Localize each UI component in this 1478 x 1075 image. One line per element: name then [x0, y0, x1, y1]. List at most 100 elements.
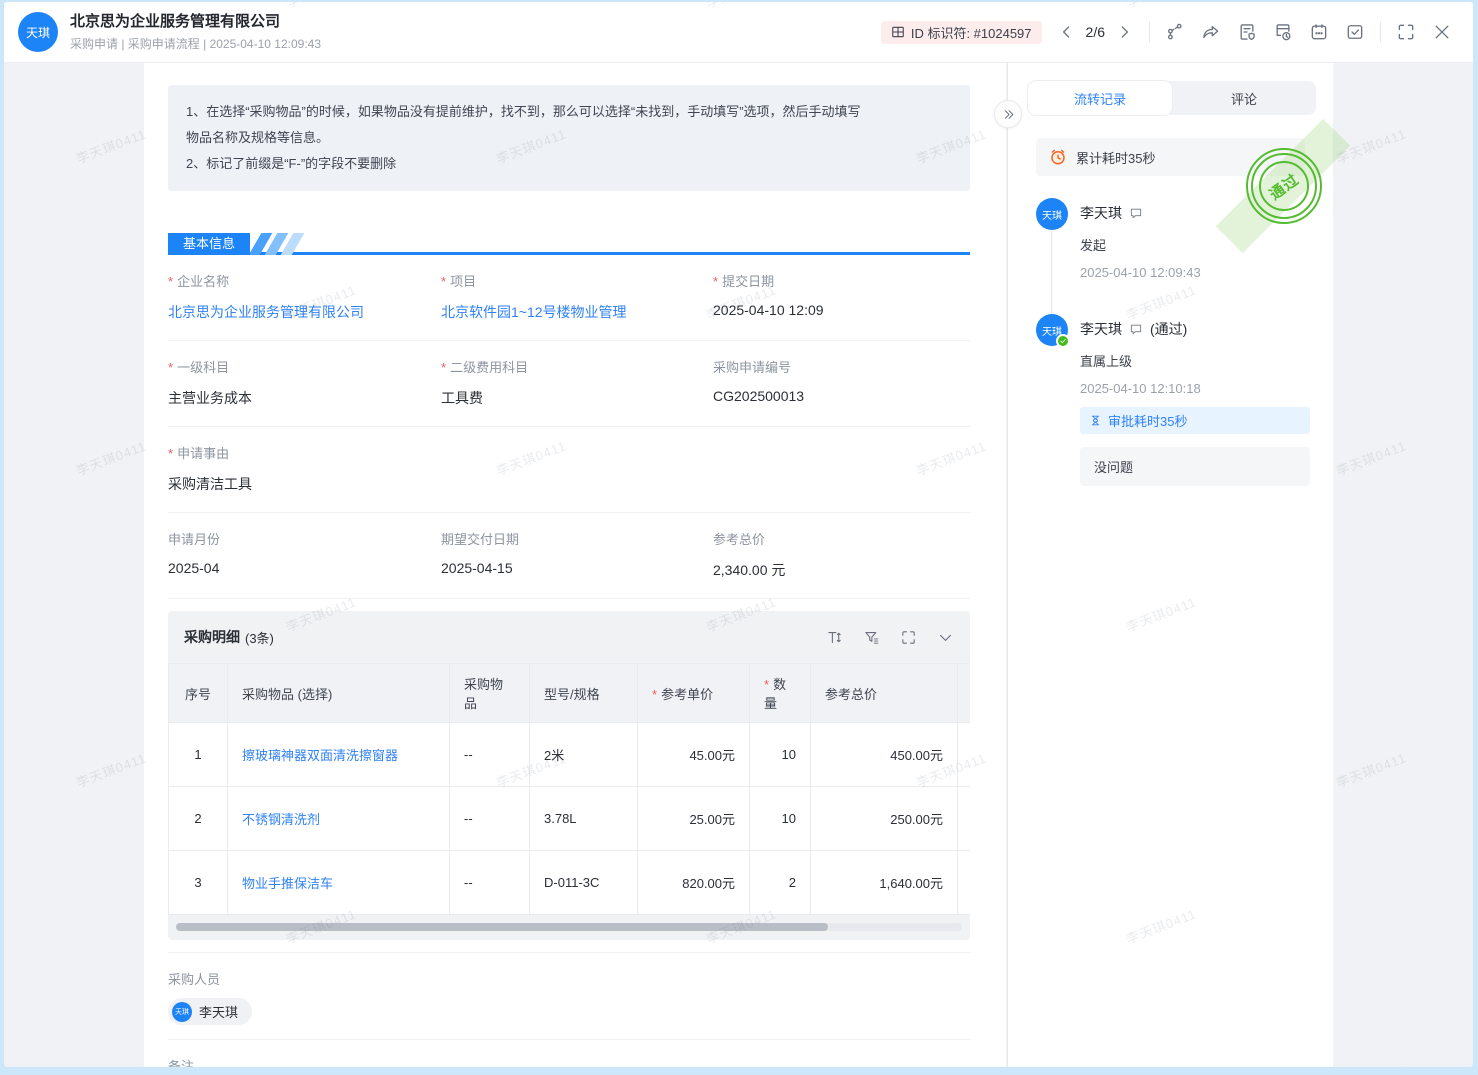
alarm-clock-icon	[1049, 148, 1067, 166]
purchaser-name: 李天琪	[199, 1002, 238, 1021]
page-title: 北京思为企业服务管理有限公司	[70, 12, 881, 32]
actor-name: 李天琪	[1080, 203, 1122, 223]
purchaser-label: 采购人员	[168, 969, 970, 988]
field-expect-date: 期望交付日期 2025-04-15	[441, 529, 713, 580]
field-value: 工具费	[441, 388, 713, 408]
field-value-project-link[interactable]: 北京软件园1~12号楼物业管理	[441, 302, 713, 322]
field-submit-date: *提交日期 2025-04-10 12:09	[713, 271, 970, 322]
divider	[1380, 22, 1381, 42]
section-title: 基本信息	[168, 233, 250, 255]
col-total: 参考总价	[811, 664, 958, 723]
row-height-icon[interactable]	[826, 629, 843, 646]
file-clock-icon[interactable]	[1272, 21, 1294, 43]
avatar: 天琪	[1036, 198, 1068, 230]
field-value: 采购清洁工具	[168, 474, 970, 494]
field-level1-subject: *一级科目 主营业务成本	[168, 357, 441, 408]
divider	[1149, 22, 1150, 42]
detail-count: (3条)	[245, 628, 274, 647]
approval-duration-label: 审批耗时35秒	[1108, 411, 1187, 430]
approval-sidebar: 流转记录 评论 累计耗时35秒 通过 天琪 李天琪 发起 2025-	[1007, 63, 1333, 1067]
form-row-3: *申请事由 采购清洁工具	[168, 427, 970, 513]
avatar: 天琪	[172, 1002, 192, 1022]
stamp-text: 通过	[1265, 168, 1303, 204]
fullscreen-icon[interactable]	[1395, 21, 1417, 43]
action-label: 发起	[1080, 235, 1305, 254]
file-shield-icon[interactable]	[1236, 21, 1258, 43]
field-value: 2,340.00 元	[713, 560, 970, 580]
approved-stamp: 通过	[1246, 148, 1322, 224]
field-value: 2025-04-15	[441, 560, 713, 576]
col-item-select: 采购物品 (选择)	[228, 664, 450, 723]
table-header-row: 序号 采购物品 (选择) 采购物品 型号/规格 *参考单价 *数量 参考总价	[169, 664, 971, 723]
field-ref-total: 参考总价 2,340.00 元	[713, 529, 970, 580]
field-value-company-link[interactable]: 北京思为企业服务管理有限公司	[168, 302, 441, 322]
table-row: 2 不锈钢清洗剂 -- 3.78L 25.00元 10 250.00元 不锈钢清…	[169, 787, 971, 851]
tab-comments[interactable]: 评论	[1172, 81, 1316, 115]
check-square-icon[interactable]	[1344, 21, 1366, 43]
form-detail-panel: 1、在选择“采购物品”的时候，如果物品没有提前维护，找不到，那么可以选择“未找到…	[144, 63, 1006, 1067]
comment-bubble-icon[interactable]	[1129, 322, 1143, 336]
field-label: 期望交付日期	[441, 532, 519, 547]
grid-icon	[891, 25, 905, 39]
approved-check-badge	[1056, 334, 1070, 348]
field-label: 采购申请编号	[713, 360, 791, 375]
chevron-down-icon[interactable]	[937, 629, 954, 646]
purchaser-section: 采购人员 天琪 李天琪	[168, 953, 970, 1040]
notice-line-2: 物品名称及规格等信息。	[186, 125, 952, 151]
breadcrumb: 采购申请 | 采购申请流程 | 2025-04-10 12:09:43	[70, 35, 881, 52]
app-window: 天琪 北京思为企业服务管理有限公司 采购申请 | 采购申请流程 | 2025-0…	[4, 2, 1473, 1067]
notice-line-1: 1、在选择“采购物品”的时候，如果物品没有提前维护，找不到，那么可以选择“未找到…	[186, 99, 952, 125]
field-label: 申请事由	[177, 446, 229, 461]
table-row: 3 物业手推保洁车 -- D-011-3C 820.00元 2 1,640.00…	[169, 851, 971, 915]
hourglass-icon	[1089, 414, 1102, 427]
role-label: 直属上级	[1080, 351, 1305, 370]
item-link[interactable]: 擦玻璃神器双面清洗擦窗器	[242, 748, 398, 763]
col-item: 采购物品	[450, 664, 530, 723]
horizontal-scrollbar	[176, 923, 962, 931]
avatar: 天琪	[18, 12, 58, 52]
close-icon[interactable]	[1431, 21, 1453, 43]
total-time-label: 累计耗时35秒	[1076, 148, 1155, 167]
field-level2-subject: *二级费用科目 工具费	[441, 357, 713, 408]
field-value: CG202500013	[713, 388, 970, 404]
item-link[interactable]: 不锈钢清洗剂	[242, 812, 320, 827]
field-value: 主营业务成本	[168, 388, 441, 408]
tab-flow-record[interactable]: 流转记录	[1028, 81, 1172, 115]
prev-page-button[interactable]	[1056, 21, 1078, 43]
top-header: 天琪 北京思为企业服务管理有限公司 采购申请 | 采购申请流程 | 2025-0…	[4, 2, 1473, 63]
approval-duration-chip: 审批耗时35秒	[1080, 407, 1310, 434]
id-badge[interactable]: ID 标识符: #1024597	[881, 21, 1042, 44]
expand-icon[interactable]	[900, 629, 917, 646]
notice-box: 1、在选择“采购物品”的时候，如果物品没有提前维护，找不到，那么可以选择“未找到…	[168, 85, 970, 191]
detail-table: 序号 采购物品 (选择) 采购物品 型号/规格 *参考单价 *数量 参考总价	[168, 663, 970, 915]
sidebar-tabs: 流转记录 评论	[1028, 81, 1316, 115]
comment-bubble-icon[interactable]	[1129, 206, 1143, 220]
scrollbar-thumb[interactable]	[176, 923, 828, 931]
timeline-item-approve: 天琪 李天琪 (通过) 直属上级 2025-04-10 12:10:18 审批耗…	[1036, 314, 1305, 486]
field-apply-month: 申请月份 2025-04	[168, 529, 441, 580]
flow-timeline: 天琪 李天琪 发起 2025-04-10 12:09:43 天琪 李天琪 (通过…	[1036, 198, 1305, 486]
col-spec: 型号/规格	[530, 664, 638, 723]
remark-section: 备注 --	[168, 1040, 970, 1067]
detail-title: 采购明细	[184, 627, 240, 647]
table-row: 1 擦玻璃神器双面清洗擦窗器 -- 2米 45.00元 10 450.00元 擦…	[169, 723, 971, 787]
approve-status: (通过)	[1150, 319, 1187, 339]
remark-label: 备注	[168, 1056, 970, 1067]
purchaser-tag: 天琪 李天琪	[168, 998, 252, 1025]
flow-icon[interactable]	[1164, 21, 1186, 43]
next-page-button[interactable]	[1113, 21, 1135, 43]
item-link[interactable]: 物业手推保洁车	[242, 876, 333, 891]
forward-icon[interactable]	[1200, 21, 1222, 43]
field-label: 申请月份	[168, 532, 220, 547]
field-reason: *申请事由 采购清洁工具	[168, 443, 970, 494]
timestamp: 2025-04-10 12:09:43	[1080, 265, 1305, 280]
col-unit-price: *参考单价	[638, 664, 750, 723]
notice-line-3: 2、标记了前缀是“F-”的字段不要删除	[186, 151, 952, 177]
purchase-detail-table-card: 采购明细 (3条)	[168, 611, 970, 940]
filter-icon[interactable]	[863, 629, 880, 646]
col-extra	[958, 664, 971, 723]
id-badge-label: ID 标识符: #1024597	[911, 23, 1032, 42]
form-row-1: *企业名称 北京思为企业服务管理有限公司 *项目 北京软件园1~12号楼物业管理…	[168, 255, 970, 341]
calendar-icon[interactable]	[1308, 21, 1330, 43]
collapse-sidebar-button[interactable]	[994, 100, 1022, 128]
